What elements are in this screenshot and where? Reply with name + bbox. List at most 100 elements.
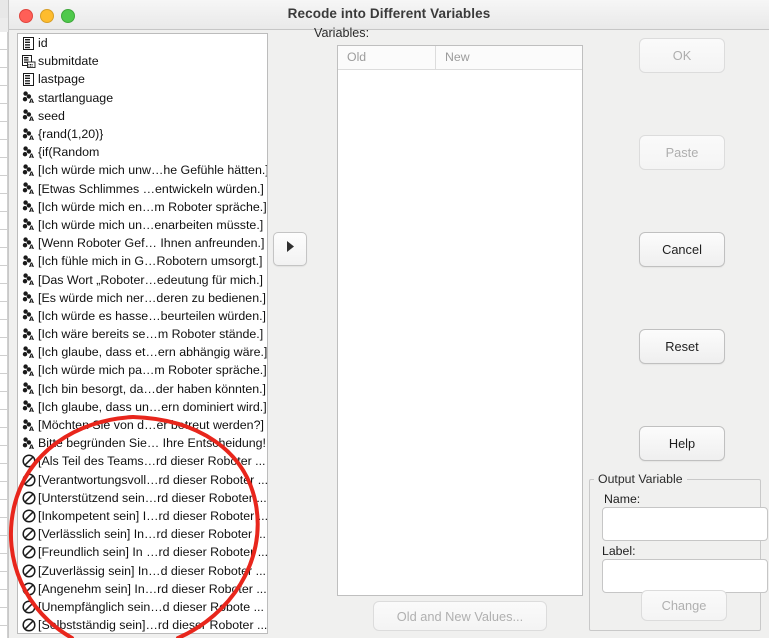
nominal-string-icon: A: [21, 217, 36, 232]
list-item-label: [Es würde mich ner…deren zu bedienen.]: [38, 290, 266, 305]
list-item-label: lastpage: [38, 72, 85, 87]
svg-text:A: A: [29, 297, 34, 304]
list-item[interactable]: A [Ich glaube, dass un…ern dominiert wird…: [18, 398, 267, 416]
list-item[interactable]: A [Ich bin besorgt, da…der haben könnten.…: [18, 380, 267, 398]
variables-grid[interactable]: Old New: [337, 45, 583, 596]
list-item[interactable]: submitdate: [18, 52, 267, 70]
list-item[interactable]: [Unterstützend sein…rd dieser Roboter ..…: [18, 489, 267, 507]
list-item-label: [Möchten Sie von d…er betreut werden?]: [38, 418, 264, 433]
list-item[interactable]: A [Ich würde es hasse…beurteilen würden.]: [18, 307, 267, 325]
nominal-string-icon: A: [21, 345, 36, 360]
list-item[interactable]: A Bitte begründen Sie… Ihre Entscheidung!: [18, 434, 267, 452]
nominal-string-icon: A: [21, 399, 36, 414]
scale-ruler-icon: [21, 72, 36, 87]
old-and-new-values-button[interactable]: Old and New Values...: [373, 601, 547, 631]
list-item-label: [Ich würde mich unw…he Gefühle hätten.]: [38, 163, 267, 178]
nominal-string-icon: A: [21, 145, 36, 160]
list-item[interactable]: [Verantwortungsvoll…rd dieser Roboter ..…: [18, 471, 267, 489]
nominal-string-icon: A: [21, 163, 36, 178]
no-measure-icon: [21, 472, 36, 487]
list-item-label: Bitte begründen Sie… Ihre Entscheidung!: [38, 436, 266, 451]
help-button[interactable]: Help: [639, 426, 725, 461]
list-item[interactable]: A {rand(1,20)}: [18, 125, 267, 143]
nominal-string-icon: A: [21, 199, 36, 214]
list-item-label: startlanguage: [38, 90, 114, 105]
list-item-label: [Etwas Schlimmes …entwickeln würden.]: [38, 181, 264, 196]
list-item-label: [Inkompetent sein] I…rd dieser Roboter .…: [38, 508, 267, 523]
list-item[interactable]: A [Etwas Schlimmes …entwickeln würden.]: [18, 180, 267, 198]
list-item-label: [Ich würde mich en…m Roboter spräche.]: [38, 199, 267, 214]
output-label-input[interactable]: [602, 559, 768, 593]
svg-text:A: A: [29, 206, 34, 213]
list-item[interactable]: A [Ich würde mich pa…m Roboter spräche.]: [18, 361, 267, 379]
svg-text:A: A: [29, 334, 34, 341]
list-item[interactable]: id: [18, 34, 267, 52]
list-item[interactable]: Aseed: [18, 107, 267, 125]
triangle-right-icon: [285, 240, 296, 258]
list-item[interactable]: A [Wenn Roboter Gef… Ihnen anfreunden.]: [18, 234, 267, 252]
list-item[interactable]: [Freundlich sein] In …rd dieser Roboter …: [18, 543, 267, 561]
nominal-string-icon: A: [21, 127, 36, 142]
list-item[interactable]: [Inkompetent sein] I…rd dieser Roboter .…: [18, 507, 267, 525]
output-label-label: Label:: [602, 544, 636, 558]
change-button[interactable]: Change: [641, 590, 727, 621]
no-measure-icon: [21, 508, 36, 523]
list-item-label: [Ich glaube, dass un…ern dominiert wird.…: [38, 399, 267, 414]
svg-text:A: A: [29, 443, 34, 450]
svg-text:A: A: [29, 425, 34, 432]
list-item-label: {rand(1,20)}: [38, 127, 104, 142]
list-item[interactable]: A [Das Wort „Roboter…edeutung für mich.]: [18, 270, 267, 288]
svg-text:A: A: [29, 352, 34, 359]
list-item[interactable]: A [Ich glaube, dass et…ern abhängig wäre.…: [18, 343, 267, 361]
list-item-label: [Das Wort „Roboter…edeutung für mich.]: [38, 272, 263, 287]
list-item[interactable]: A [Ich würde mich en…m Roboter spräche.]: [18, 198, 267, 216]
no-measure-icon: [21, 563, 36, 578]
list-item[interactable]: A [Möchten Sie von d…er betreut werden?]: [18, 416, 267, 434]
recode-dialog: Recode into Different Variables id submit…: [8, 0, 769, 638]
list-item-label: [Selbstständig sein]…rd dieser Roboter .…: [38, 618, 267, 633]
list-item-label: [Ich wäre bereits se…m Roboter stände.]: [38, 327, 264, 342]
reset-button[interactable]: Reset: [639, 329, 725, 364]
list-item-label: [Ich bin besorgt, da…der haben könnten.]: [38, 381, 267, 396]
list-item[interactable]: [Unempfänglich sein…d dieser Robote ...: [18, 598, 267, 616]
list-item[interactable]: A [Es würde mich ner…deren zu bedienen.]: [18, 289, 267, 307]
svg-text:A: A: [29, 316, 34, 323]
transfer-arrow-button[interactable]: [273, 232, 307, 266]
list-item[interactable]: [Verlässlich sein] In…rd dieser Roboter …: [18, 525, 267, 543]
list-item[interactable]: lastpage: [18, 70, 267, 88]
svg-text:A: A: [29, 115, 34, 122]
svg-text:A: A: [29, 388, 34, 395]
no-measure-icon: [21, 490, 36, 505]
list-item[interactable]: A [Ich würde mich un…enarbeiten müsste.]: [18, 216, 267, 234]
list-item[interactable]: Astartlanguage: [18, 89, 267, 107]
nominal-string-icon: A: [21, 308, 36, 323]
cancel-button[interactable]: Cancel: [639, 232, 725, 267]
svg-text:A: A: [29, 261, 34, 268]
svg-text:A: A: [29, 97, 34, 104]
list-item[interactable]: [Zuverlässig sein] In…d dieser Roboter .…: [18, 561, 267, 579]
list-item[interactable]: [Angenehm sein] In…rd dieser Roboter ...: [18, 580, 267, 598]
page-title: Recode into Different Variables: [287, 6, 491, 21]
column-header-new: New: [445, 50, 470, 64]
list-item[interactable]: [Als Teil des Teams…rd dieser Roboter ..…: [18, 452, 267, 470]
paste-button[interactable]: Paste: [639, 135, 725, 170]
scale-ruler-icon: [21, 36, 36, 51]
output-name-input[interactable]: [602, 507, 768, 541]
source-variable-list[interactable]: id submitdate lastpage Astartlanguage Aseed A…: [17, 33, 268, 634]
nominal-string-icon: A: [21, 236, 36, 251]
no-measure-icon: [21, 618, 36, 633]
nominal-string-icon: A: [21, 108, 36, 123]
no-measure-icon: [21, 527, 36, 542]
list-item[interactable]: A [Ich fühle mich in G…Robotern umsorgt.]: [18, 252, 267, 270]
ok-button[interactable]: OK: [639, 38, 725, 73]
list-item-label: submitdate: [38, 54, 99, 69]
dialog-titlebar[interactable]: Recode into Different Variables: [9, 0, 769, 30]
list-item[interactable]: A [Ich wäre bereits se…m Roboter stände.]: [18, 325, 267, 343]
list-item[interactable]: [Selbstständig sein]…rd dieser Roboter .…: [18, 616, 267, 633]
svg-text:A: A: [29, 170, 34, 177]
svg-text:A: A: [29, 406, 34, 413]
svg-text:A: A: [29, 370, 34, 377]
list-item[interactable]: A [Ich würde mich unw…he Gefühle hätten.]: [18, 161, 267, 179]
list-item-label: [Angenehm sein] In…rd dieser Roboter ...: [38, 581, 267, 596]
list-item[interactable]: A {if(Random: [18, 143, 267, 161]
